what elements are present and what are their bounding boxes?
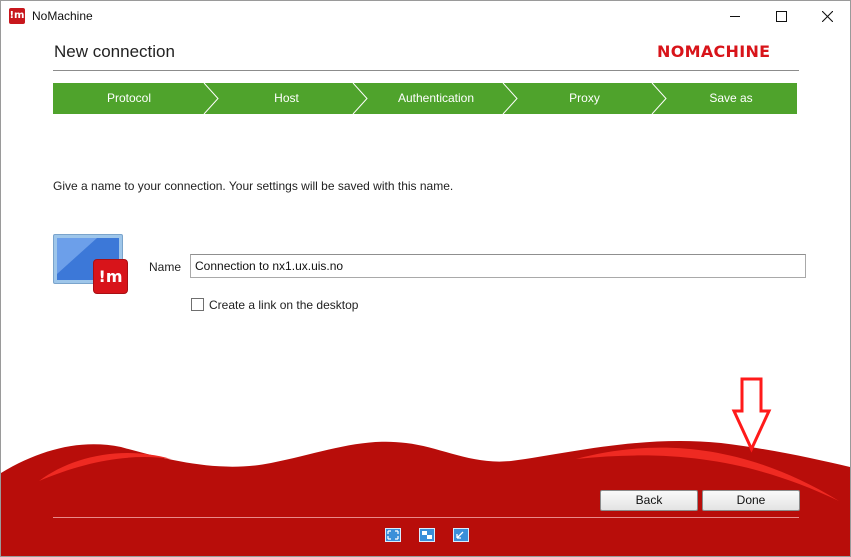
nomachine-badge-icon: !m [93, 259, 128, 294]
instruction-text: Give a name to your connection. Your set… [53, 179, 454, 193]
done-button[interactable]: Done [702, 490, 800, 511]
page-title: New connection [54, 42, 175, 61]
name-label: Name [149, 260, 182, 274]
footer-divider [53, 517, 799, 518]
desktop-link-checkbox[interactable] [191, 298, 204, 311]
step-authentication[interactable]: Authentication [365, 83, 507, 114]
nomachine-app-icon: !m [9, 8, 25, 24]
nomachine-logo: NOMACHINE [657, 42, 771, 61]
window-title: NoMachine [32, 9, 93, 23]
minimize-button[interactable] [712, 1, 758, 32]
step-save-as[interactable]: Save as [665, 83, 797, 114]
maximize-button[interactable] [758, 1, 804, 32]
wizard-steps: Protocol Host Authentication Proxy Save … [53, 83, 797, 114]
title-bar: !m NoMachine [1, 1, 850, 32]
back-button[interactable]: Back [600, 490, 698, 511]
close-icon [822, 11, 833, 22]
header-divider [53, 70, 799, 71]
display-settings-icon[interactable] [419, 528, 435, 542]
close-button[interactable] [804, 1, 850, 32]
desktop-link-label[interactable]: Create a link on the desktop [209, 298, 358, 312]
window-icon[interactable] [453, 528, 469, 542]
footer-wave [1, 377, 850, 556]
step-proxy[interactable]: Proxy [515, 83, 654, 114]
red-down-arrow-icon [731, 377, 772, 453]
fullscreen-icon[interactable] [385, 528, 401, 542]
connection-name-input[interactable] [190, 254, 806, 278]
monitor-connection-icon: !m [53, 234, 129, 294]
nomachine-window: !m NoMachine New connection NOMACHINE Pr… [0, 0, 851, 557]
step-host[interactable]: Host [216, 83, 357, 114]
step-protocol[interactable]: Protocol [53, 83, 205, 114]
